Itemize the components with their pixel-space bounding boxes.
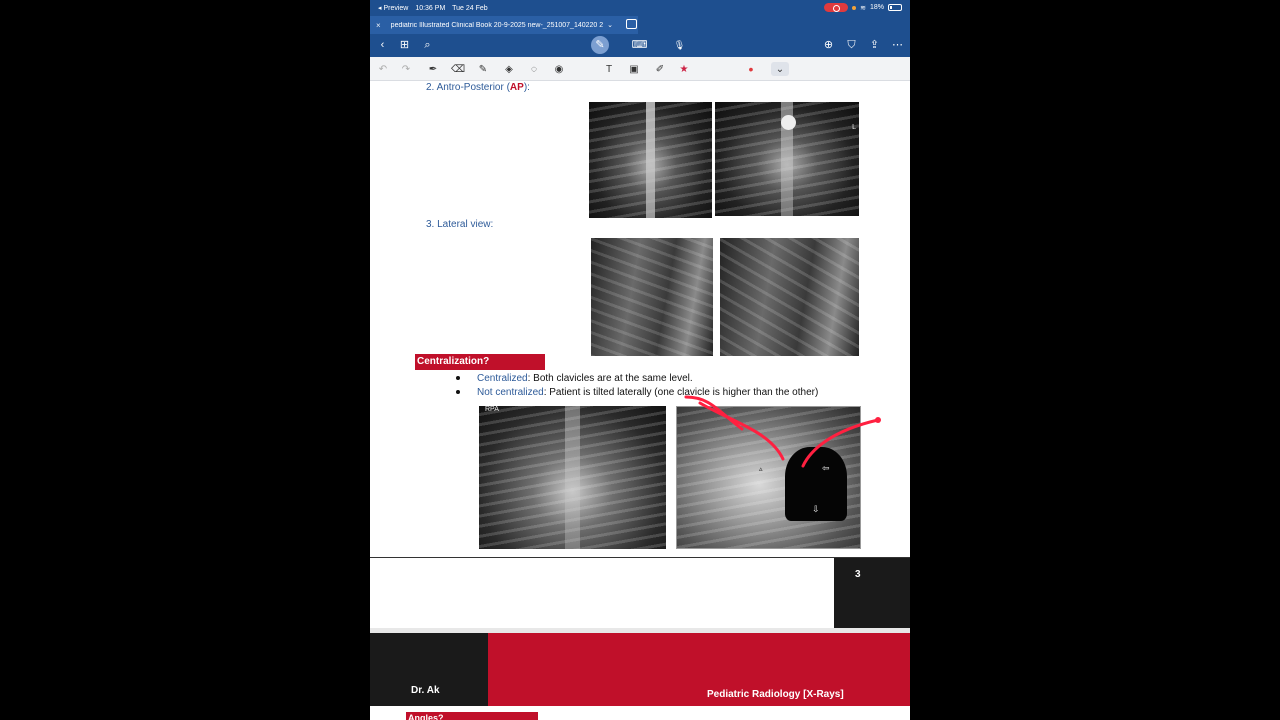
xray-ap-image-2: L xyxy=(715,102,859,216)
section-ap-suffix: ): xyxy=(523,82,530,93)
section-ap-abbrev: AP xyxy=(509,82,524,93)
eraser-tool-icon[interactable]: ⌫ xyxy=(451,62,465,76)
microphone-icon[interactable]: 🎙 xyxy=(672,38,687,53)
xray-tilted-image: ⇦ ⇩ ▵ xyxy=(676,406,861,549)
coin-artifact-icon xyxy=(781,115,796,130)
ink-toolbar: ↶ ↷ ✒ ⌫ ✎ ◈ ◌ ◉ T ▣ ✐ ★ • ⌄ xyxy=(370,57,910,81)
next-page-header: Dr. Ak Pediatric Radiology [X-Rays] xyxy=(370,633,910,706)
text-box-tool-icon[interactable]: T xyxy=(602,62,616,76)
favorite-tool-icon[interactable]: ★ xyxy=(677,62,691,76)
xray-ap-image-1 xyxy=(589,102,712,218)
undo-icon[interactable]: ↶ xyxy=(376,62,390,76)
xray-centralized-image: RPA xyxy=(479,406,666,549)
rpa-marker-label: RPA xyxy=(485,406,499,413)
bullet-not-centralized-term: Not centralized xyxy=(477,387,544,398)
document-tab-bar: × pediatric Illustrated Clinical Book 20… xyxy=(370,16,910,34)
back-icon[interactable]: ‹ xyxy=(375,38,390,53)
add-page-icon[interactable]: ⊕ xyxy=(821,38,836,53)
bookmark-icon[interactable]: ⛉ xyxy=(844,38,859,53)
triangle-marker-icon: ▵ xyxy=(759,466,763,473)
bullet-not-centralized: Not centralized: Patient is tilted later… xyxy=(456,387,818,398)
xray-lateral-image-2 xyxy=(720,238,859,356)
pen-tool-icon[interactable]: ✒ xyxy=(426,62,440,76)
close-tab-icon[interactable]: × xyxy=(376,21,381,30)
shape-tool-icon[interactable]: ◈ xyxy=(502,62,516,76)
section-ap-heading: 2. Antro-Posterior (AP): xyxy=(426,82,530,93)
more-options-icon[interactable]: ⋯ xyxy=(890,38,905,53)
annotate-pen-icon[interactable]: ✎ xyxy=(591,36,609,54)
mic-indicator-icon xyxy=(852,5,857,10)
section-ap-prefix: 2. Antro-Posterior ( xyxy=(426,82,510,93)
keyboard-icon[interactable]: ⌨ xyxy=(632,38,648,53)
search-icon[interactable]: ⌕ xyxy=(420,38,435,53)
ink-color-icon[interactable]: • xyxy=(744,61,758,77)
ruler-tool-icon[interactable]: ✐ xyxy=(653,62,667,76)
image-tool-icon[interactable]: ▣ xyxy=(627,62,641,76)
thumbnails-grid-icon[interactable]: ⊞ xyxy=(397,38,412,53)
xray-lateral-image-1 xyxy=(591,238,713,356)
section-lateral-heading: 3. Lateral view: xyxy=(426,219,494,230)
document-page: 2. Antro-Posterior (AP): L 3. Lateral vi… xyxy=(370,81,910,720)
stamp-tool-icon[interactable]: ◉ xyxy=(552,62,566,76)
page-divider xyxy=(370,557,910,558)
screen-recording-icon xyxy=(824,3,849,12)
ink-more-chevron-icon[interactable]: ⌄ xyxy=(771,62,789,76)
lasso-tool-icon[interactable]: ◌ xyxy=(527,62,541,76)
bullet-centralized-text: : Both clavicles are at the same level. xyxy=(527,373,693,384)
centralization-heading: Centralization? xyxy=(415,354,545,370)
chevron-down-icon[interactable]: ⌄ xyxy=(607,21,613,29)
footer-author: Dr. Ak xyxy=(370,633,488,706)
ipad-screen: ◂ Preview 10:36 PM Tue 24 Feb ≋ 18% × pe… xyxy=(370,0,910,720)
document-title: pediatric Illustrated Clinical Book 20-9… xyxy=(390,21,604,29)
bullet-not-centralized-text: : Patient is tilted laterally (one clavi… xyxy=(543,387,819,398)
new-tab-icon[interactable] xyxy=(626,19,637,29)
side-marker-label: L xyxy=(852,124,856,131)
app-toolbar: ‹ ⊞ ⌕ ✎ ⌨ 🎙 ⊕ ⛉ ⇪ ⋯ xyxy=(370,34,910,57)
document-tab[interactable]: × pediatric Illustrated Clinical Book 20… xyxy=(370,16,638,34)
back-to-preview-link[interactable]: ◂ Preview xyxy=(378,5,408,12)
page-number: 3 xyxy=(834,558,910,628)
wifi-icon: ≋ xyxy=(860,4,866,12)
left-arrow-icon: ⇦ xyxy=(822,463,830,473)
footer-book-title: Pediatric Radiology [X-Rays] xyxy=(488,633,910,706)
down-arrow-icon: ⇩ xyxy=(812,504,820,514)
share-icon[interactable]: ⇪ xyxy=(867,38,882,53)
clock-date: Tue 24 Feb xyxy=(452,5,488,12)
status-bar: ◂ Preview 10:36 PM Tue 24 Feb ≋ 18% xyxy=(370,0,910,16)
redo-icon[interactable]: ↷ xyxy=(399,62,413,76)
battery-icon xyxy=(888,4,902,11)
highlighter-tool-icon[interactable]: ✎ xyxy=(476,62,490,76)
bullet-centralized-term: Centralized xyxy=(477,373,528,384)
bullet-centralized: Centralized: Both clavicles are at the s… xyxy=(456,373,693,384)
battery-percent: 18% xyxy=(869,4,884,11)
clock-time: 10:36 PM xyxy=(415,5,446,12)
next-section-heading: Angles? xyxy=(406,712,538,720)
